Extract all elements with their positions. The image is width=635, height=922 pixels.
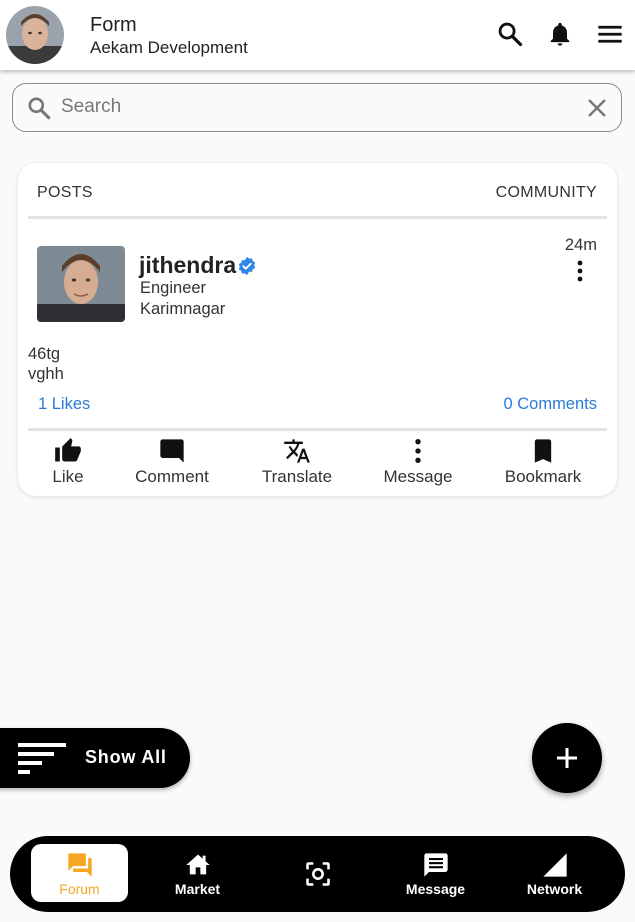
nav-forum-label: Forum: [59, 881, 100, 897]
message-icon: [423, 853, 448, 877]
tab-posts[interactable]: POSTS: [37, 184, 93, 202]
show-all-label: Show All: [85, 747, 167, 767]
verified-badge-icon: [238, 256, 256, 276]
page-subtitle: Aekam Development: [90, 38, 248, 57]
nav-message[interactable]: Message: [387, 844, 484, 902]
like-button[interactable]: Like: [38, 433, 98, 487]
comment-label: Comment: [135, 467, 209, 486]
nav-market-label: Market: [174, 881, 221, 897]
bookmark-icon: [534, 439, 552, 463]
nav-network[interactable]: Network: [506, 844, 603, 902]
feed-tabs: POSTS COMMUNITY: [18, 163, 617, 219]
nav-network-label: Network: [526, 881, 583, 897]
message-button[interactable]: Message: [376, 433, 460, 487]
page-title: Form: [90, 14, 137, 36]
search-bar: [12, 83, 622, 132]
close-icon[interactable]: [585, 96, 609, 120]
translate-icon: [284, 439, 310, 463]
tabs-divider: [28, 216, 607, 219]
plus-icon: [557, 748, 577, 768]
thumb-up-icon: [55, 438, 81, 462]
scan-icon: [305, 862, 330, 886]
post-body-line: 46tg: [28, 345, 61, 363]
app-header: Form Aekam Development: [0, 0, 635, 70]
show-all-button[interactable]: Show All: [0, 728, 190, 788]
post-author-role: Engineer: [140, 279, 207, 297]
bookmark-label: Bookmark: [504, 467, 582, 486]
comment-icon: [160, 439, 184, 463]
post-author-location: Karimnagar: [140, 300, 226, 318]
nav-market[interactable]: Market: [149, 844, 246, 902]
search-icon[interactable]: [496, 20, 524, 48]
more-vert-icon: [415, 438, 421, 464]
tab-community[interactable]: COMMUNITY: [496, 184, 597, 202]
likes-count-link[interactable]: 1 Likes: [38, 395, 90, 414]
post-author-avatar[interactable]: [37, 246, 125, 322]
post-author-name[interactable]: jithendra: [139, 252, 236, 279]
profile-avatar[interactable]: [6, 6, 64, 64]
sort-icon: [18, 743, 66, 774]
message-label: Message: [383, 467, 453, 486]
like-label: Like: [52, 467, 84, 486]
nav-forum[interactable]: Forum: [31, 844, 128, 902]
actions-divider: [28, 428, 607, 431]
bookmark-button[interactable]: Bookmark: [498, 433, 588, 487]
post-body: 46tg vghh: [28, 344, 64, 384]
forum-icon: [67, 853, 92, 877]
post-options-icon[interactable]: [571, 260, 589, 282]
post-actions: Like Comment Translate Message Bookmark: [18, 433, 617, 493]
search-input[interactable]: [61, 92, 561, 122]
home-icon: [185, 854, 210, 875]
bottom-navigation: Forum Market Message Network: [10, 836, 625, 912]
menu-icon[interactable]: [596, 20, 624, 48]
translate-button[interactable]: Translate: [254, 433, 340, 487]
comment-button[interactable]: Comment: [128, 433, 216, 487]
translate-label: Translate: [261, 467, 333, 486]
post-card: POSTS COMMUNITY jithendra Engineer Karim…: [18, 163, 617, 496]
add-post-button[interactable]: [532, 723, 602, 793]
comments-count-link[interactable]: 0 Comments: [503, 395, 597, 414]
post-timestamp: 24m: [564, 236, 597, 254]
signal-icon: [542, 853, 567, 877]
post-body-line: vghh: [28, 365, 64, 383]
search-icon: [28, 97, 51, 120]
notifications-icon[interactable]: [546, 20, 574, 48]
nav-message-label: Message: [405, 881, 466, 897]
nav-scan[interactable]: [269, 844, 366, 902]
